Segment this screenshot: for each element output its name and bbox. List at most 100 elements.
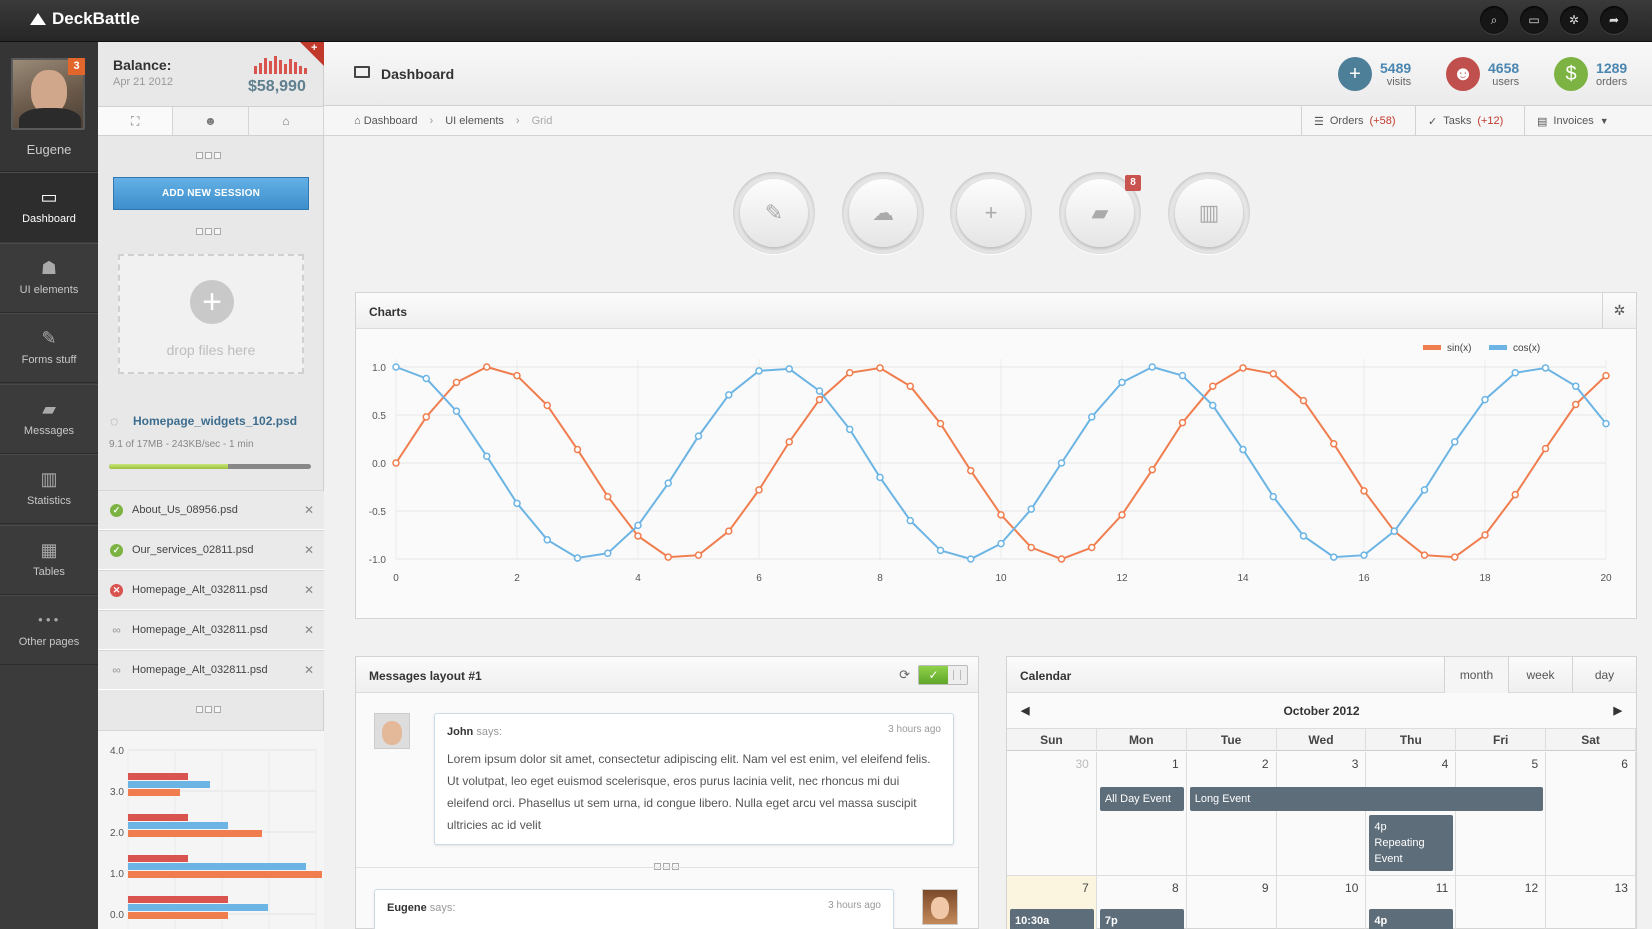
balance-date: Apr 21 2012 [113,76,173,88]
data-point [452,378,461,387]
circle-button[interactable]: + [950,172,1032,254]
message-author[interactable]: Eugene says: [387,902,455,914]
month-nav: ◀ October 2012 ▶ [1007,693,1636,729]
nav-item-messages[interactable]: ▰ Messages [0,383,98,454]
circle-button[interactable]: ▥ [1168,172,1250,254]
plus-icon: + [957,179,1025,247]
weekday-header: Fri [1456,729,1547,751]
add-new-session-button[interactable]: ADD NEW SESSION [113,177,309,210]
close-icon[interactable]: ✕ [304,663,314,677]
legend-label: sin(x) [1447,343,1471,354]
share-icon[interactable]: ➦ [1600,6,1628,34]
monitor-icon[interactable]: ▭ [1520,6,1548,34]
calendar-day[interactable]: 1 [1096,752,1187,876]
data-point [936,546,945,555]
nav-item-other-pages[interactable]: ●●● Other pages [0,595,98,665]
calendar-event[interactable]: 10:30a [1010,909,1094,929]
file-row[interactable]: ✓ About_Us_08956.psd ✕ [98,490,324,530]
calendar-event[interactable]: 4p Repeating Event [1369,815,1454,871]
next-month-icon[interactable]: ▶ [1614,693,1622,729]
close-icon[interactable]: ✕ [304,503,314,517]
stat-orders[interactable]: $ 1289 orders [1554,57,1627,91]
tasks-button[interactable]: ✓ Tasks (+12) [1415,106,1515,136]
view-week-button[interactable]: week [1508,657,1572,693]
calendar-day[interactable]: 30 [1007,752,1097,876]
x-tick-label: 16 [1358,573,1370,584]
nav-item-ui-elements[interactable]: ☗ UI elements [0,242,98,313]
invoices-dropdown[interactable]: ▤ Invoices ▼ [1524,106,1652,136]
calendar-day[interactable]: 10 [1277,876,1367,929]
file-drop-zone[interactable]: + drop files here [118,254,304,374]
close-icon[interactable]: ✕ [304,583,314,597]
nav-item-statistics[interactable]: ▥ Statistics [0,454,98,524]
calendar-day[interactable]: 9 [1187,876,1277,929]
breadcrumb-ui-elements[interactable]: UI elements [445,115,504,127]
drag-handle[interactable] [196,228,221,235]
app-logo[interactable]: DeckBattle [30,9,140,29]
avatar[interactable] [374,713,410,749]
calendar-event[interactable]: Long Event [1189,787,1544,811]
file-row[interactable]: ∞ Homepage_Alt_032811.psd ✕ [98,650,324,690]
calendar-day[interactable]: 2 [1186,752,1277,876]
link-icon: ∞ [112,622,121,637]
bar [128,822,228,829]
calendar-day[interactable]: 13 [1546,876,1636,929]
data-point [543,401,551,410]
notification-badge[interactable]: 3 [68,58,85,75]
upload-file-name[interactable]: Homepage_widgets_102.psd [133,414,297,428]
search-icon[interactable]: ⌕ [1480,6,1508,34]
file-row[interactable]: ∞ Homepage_Alt_032811.psd ✕ [98,610,324,650]
x-tick-label: 18 [1479,573,1491,584]
circle-button[interactable]: ☁ [842,172,924,254]
refresh-icon[interactable]: ⟳ [899,667,910,683]
orders-button[interactable]: ☰ Orders (+58) [1301,106,1408,136]
tab-fullscreen[interactable]: ⛶ [98,107,174,135]
gear-icon[interactable]: ✲ [1602,293,1636,328]
data-point [422,374,430,383]
file-row[interactable]: ✓ Our_services_02811.psd ✕ [98,530,324,570]
avatar[interactable] [922,889,958,925]
stat-users[interactable]: ☻ 4658 users [1446,57,1519,91]
data-point [725,527,733,535]
gear-icon[interactable]: ✲ [1560,6,1588,34]
data-point [1360,551,1368,559]
data-point [1572,382,1580,390]
toggle-switch[interactable]: ✓ [918,665,968,685]
message-author[interactable]: John says: [447,726,502,738]
calendar-event[interactable]: 4p [1369,909,1454,929]
data-point [876,364,884,372]
calendar-event[interactable]: All Day Event [1099,787,1184,811]
stat-visits[interactable]: + 5489 visits [1338,57,1411,91]
nav-item-dashboard[interactable]: ▭ Dashboard [0,172,98,242]
data-point [1178,371,1187,380]
close-icon[interactable]: ✕ [304,543,314,557]
drag-handle[interactable] [196,706,221,713]
calendar-day[interactable]: 6 [1546,752,1636,876]
chat-icon: ▰ [1066,179,1134,247]
view-month-button[interactable]: month [1444,657,1508,693]
calendar-day[interactable]: 3 [1276,752,1367,876]
chevron-right-icon: › [515,115,520,127]
calendar-day[interactable]: 5 [1456,752,1547,876]
calendar-event[interactable]: 7p [1099,909,1184,929]
breadcrumb-grid: Grid [531,115,553,127]
circle-button[interactable]: ✎ [733,172,815,254]
x-tick-label: 10 [995,573,1007,584]
view-day-button[interactable]: day [1572,657,1636,693]
close-icon[interactable]: ✕ [304,623,314,637]
calendar-day[interactable]: 12 [1456,876,1547,929]
data-point [1027,543,1035,552]
nav-item-forms-stuff[interactable]: ✎ Forms stuff [0,313,98,383]
tab-profile[interactable]: ☻ [173,107,249,135]
nav-item-tables[interactable]: ▦ Tables [0,524,98,595]
nav-label: Forms stuff [21,354,77,366]
plus-icon[interactable]: + [311,42,317,54]
data-point [1148,465,1156,474]
data-point [604,492,612,501]
drag-handle[interactable] [196,152,221,159]
edit-icon: ✎ [740,179,808,247]
breadcrumb-dashboard[interactable]: ⌂ Dashboard [354,115,418,127]
tab-inbox[interactable]: ⌂ [249,107,324,135]
prev-month-icon[interactable]: ◀ [1021,693,1029,729]
file-row[interactable]: ✕ Homepage_Alt_032811.psd ✕ [98,570,324,610]
